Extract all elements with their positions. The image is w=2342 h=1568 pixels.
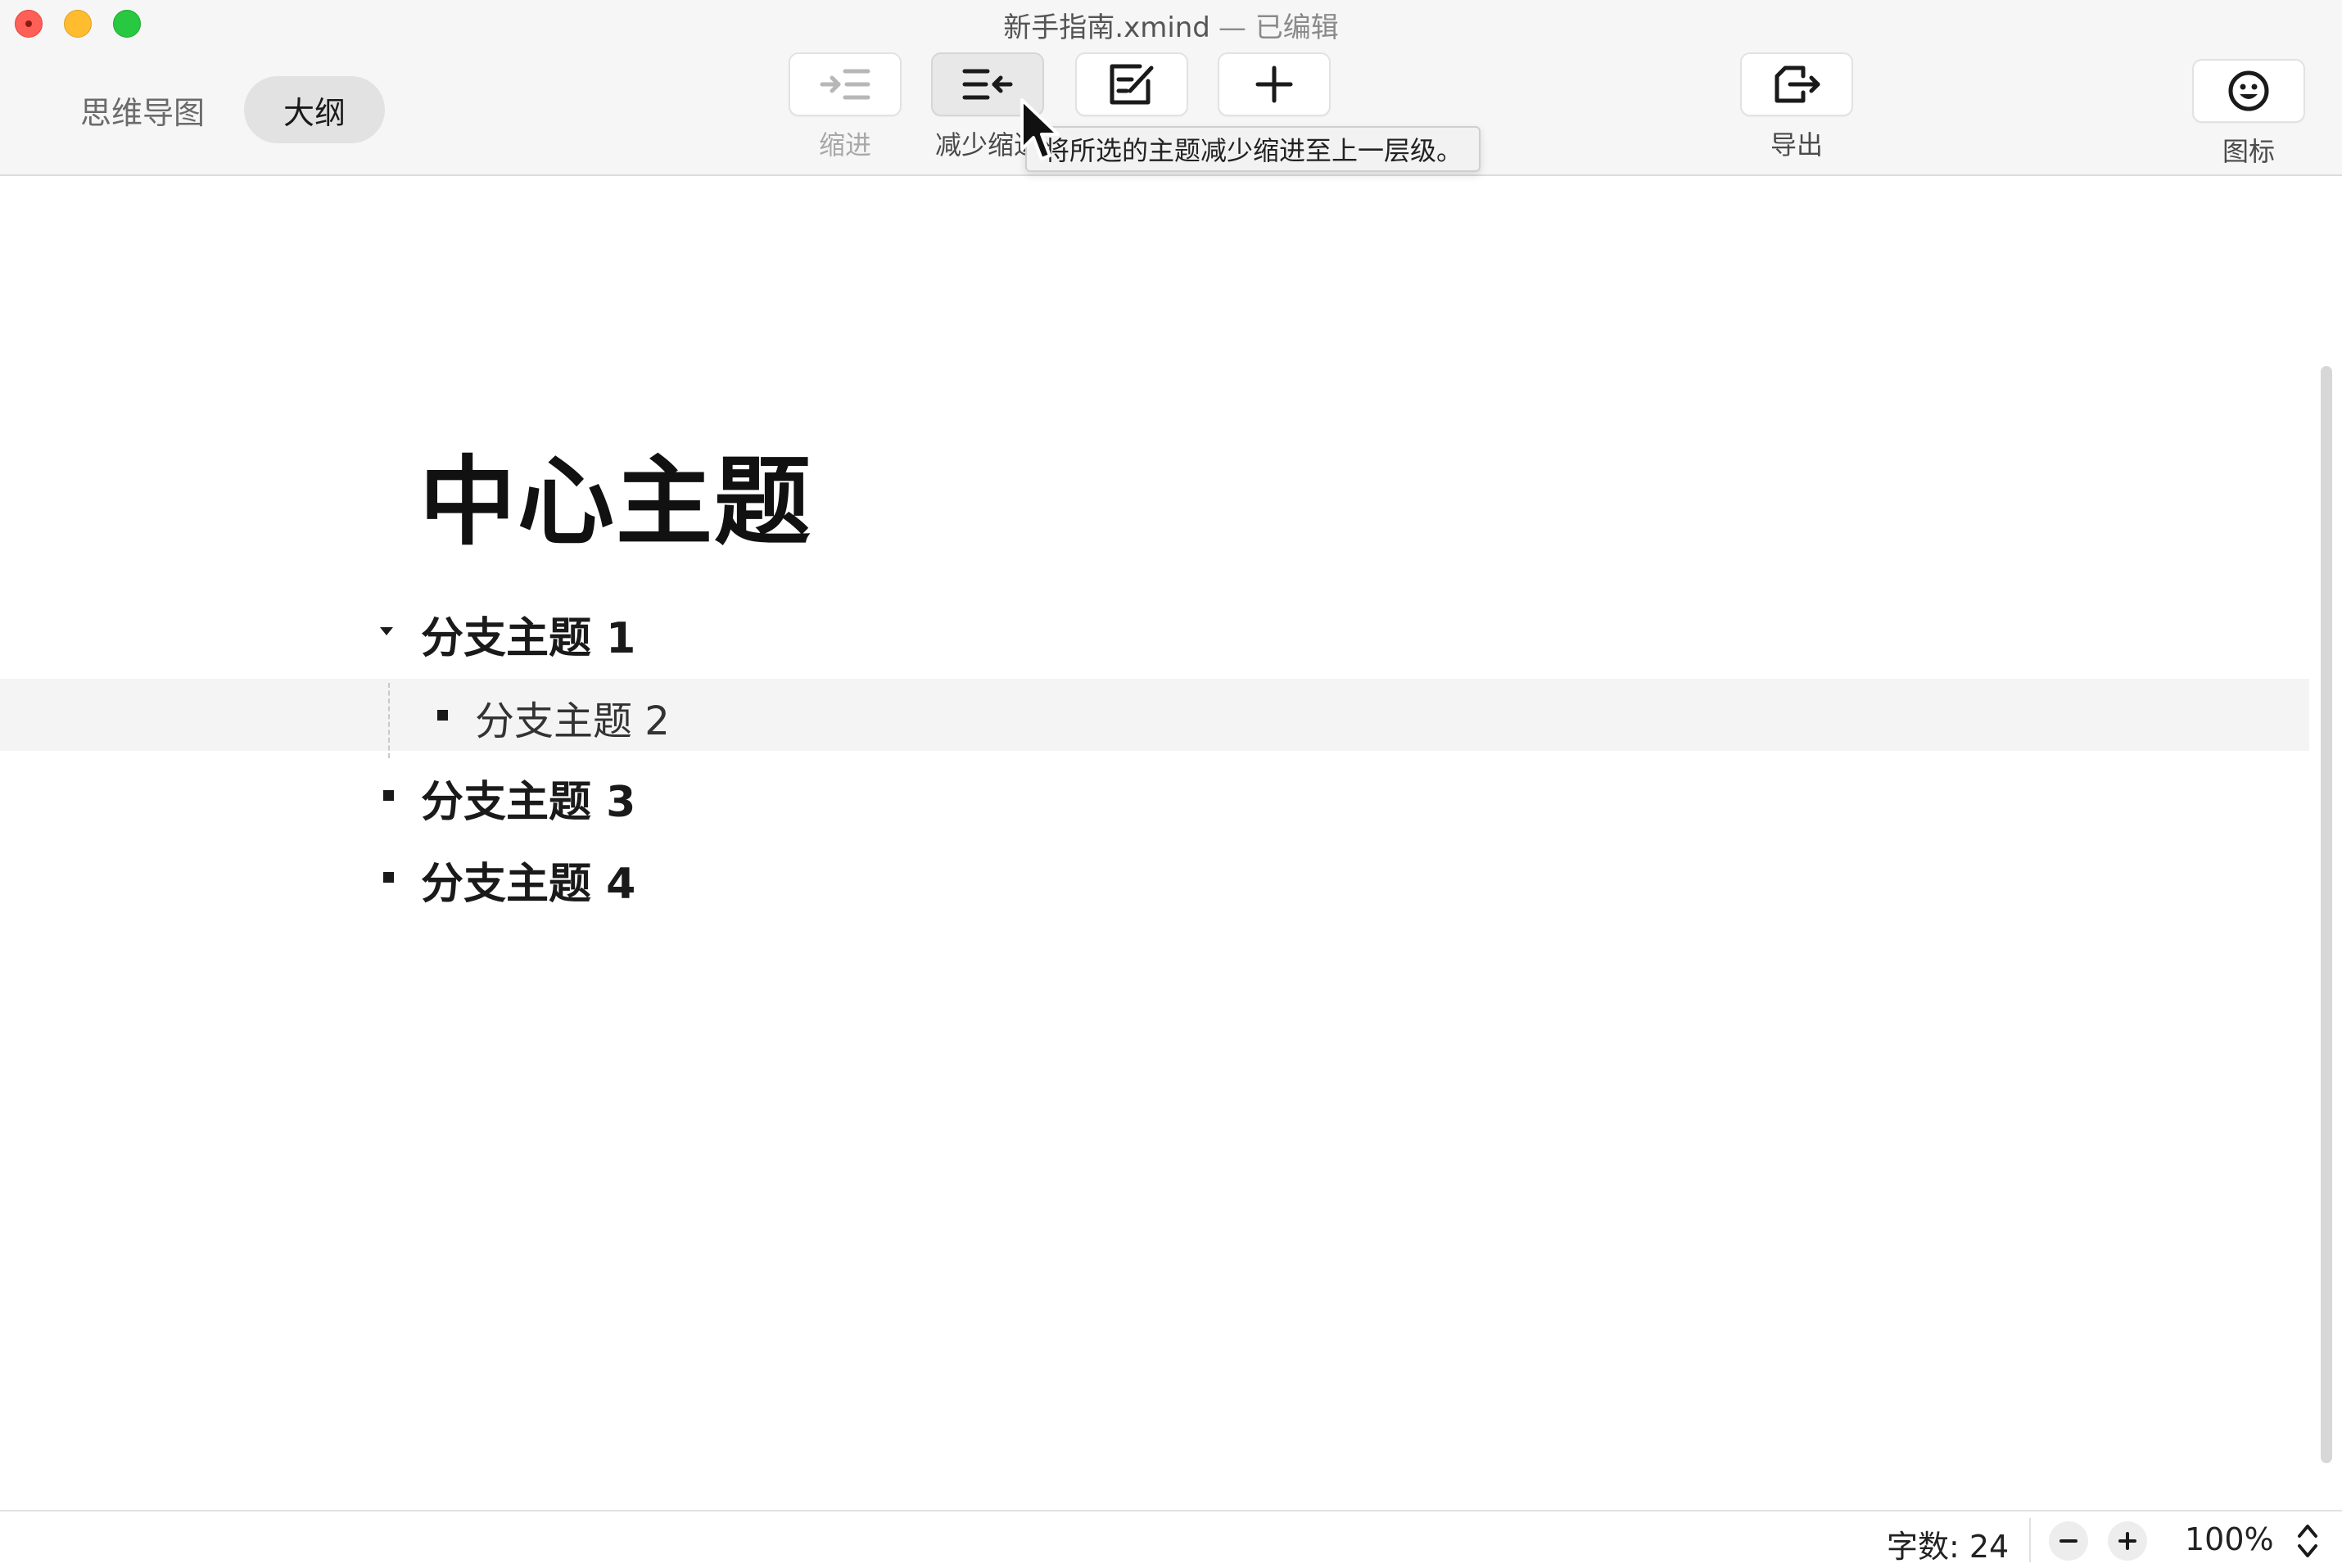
topic-label[interactable]: 分支主题 3 — [421, 767, 635, 829]
minus-icon — [2059, 1539, 2078, 1543]
add-topic-tool — [1217, 52, 1332, 116]
plus-icon — [2118, 1532, 2136, 1550]
outline-row[interactable]: 分支主题 3 — [0, 759, 2309, 831]
zoom-level: 100% — [2185, 1521, 2274, 1557]
tab-mind-map[interactable]: 思维导图 — [66, 76, 219, 143]
vertical-scrollbar[interactable] — [2321, 366, 2332, 1463]
icon-panel-label: 图标 — [2222, 136, 2275, 167]
export-button[interactable] — [1740, 52, 1853, 116]
plus-icon — [1255, 66, 1293, 103]
smiley-icon — [2228, 70, 2269, 111]
topic-label[interactable]: 分支主题 4 — [421, 849, 635, 911]
note-button[interactable] — [1075, 52, 1188, 116]
export-icon — [1775, 66, 1820, 103]
indent-button[interactable] — [789, 52, 902, 116]
word-count: 字数: 24 — [1887, 1529, 2010, 1565]
zoom-stepper-icon[interactable] — [2295, 1520, 2321, 1562]
bullet-icon — [383, 790, 394, 801]
bullet-icon — [383, 872, 394, 883]
icon-panel-tool: 图标 — [2191, 59, 2306, 169]
outline-row-selected[interactable]: 分支主题 2 — [0, 679, 2309, 751]
window-title: 新手指南.xmind — 已编辑 — [0, 5, 2342, 45]
view-switch: 思维导图 大纲 — [66, 76, 386, 143]
status-divider — [2029, 1518, 2031, 1562]
zoom-out-button[interactable] — [2049, 1521, 2088, 1561]
bullet-icon — [437, 710, 448, 721]
outline-row[interactable]: 分支主题 4 — [0, 841, 2309, 913]
document-name: 新手指南.xmind — [1003, 11, 1210, 44]
indent-label: 缩进 — [818, 129, 871, 160]
outline-canvas[interactable]: 中心主题 分支主题 1 分支主题 2 分支主题 3 分支主题 4 — [0, 178, 2342, 1510]
tab-outline[interactable]: 大纲 — [244, 76, 386, 143]
topic-label[interactable]: 分支主题 2 — [475, 689, 670, 746]
icon-panel-button[interactable] — [2192, 59, 2305, 123]
indent-guide-line — [388, 683, 390, 758]
central-topic[interactable]: 中心主题 — [419, 423, 812, 563]
edit-note-icon — [1110, 64, 1154, 105]
indent-icon — [820, 69, 870, 100]
edited-status: — 已编辑 — [1218, 11, 1339, 44]
mouse-cursor-icon — [1020, 98, 1060, 160]
collapse-triangle-icon[interactable] — [378, 623, 395, 639]
note-tool — [1074, 52, 1189, 116]
export-label: 导出 — [1770, 129, 1823, 160]
indent-tool: 缩进 — [788, 52, 902, 162]
outdent-icon — [962, 69, 1013, 100]
zoom-in-button[interactable] — [2108, 1521, 2147, 1561]
topic-label[interactable]: 分支主题 1 — [421, 603, 635, 665]
add-topic-button[interactable] — [1218, 52, 1331, 116]
export-tool: 导出 — [1739, 52, 1854, 162]
status-bar: 字数: 24 100% — [0, 1510, 2342, 1568]
outdent-tooltip: 将所选的主题减少缩进至上一层级。 — [1025, 126, 1481, 172]
outline-row[interactable]: 分支主题 1 — [0, 595, 2309, 667]
